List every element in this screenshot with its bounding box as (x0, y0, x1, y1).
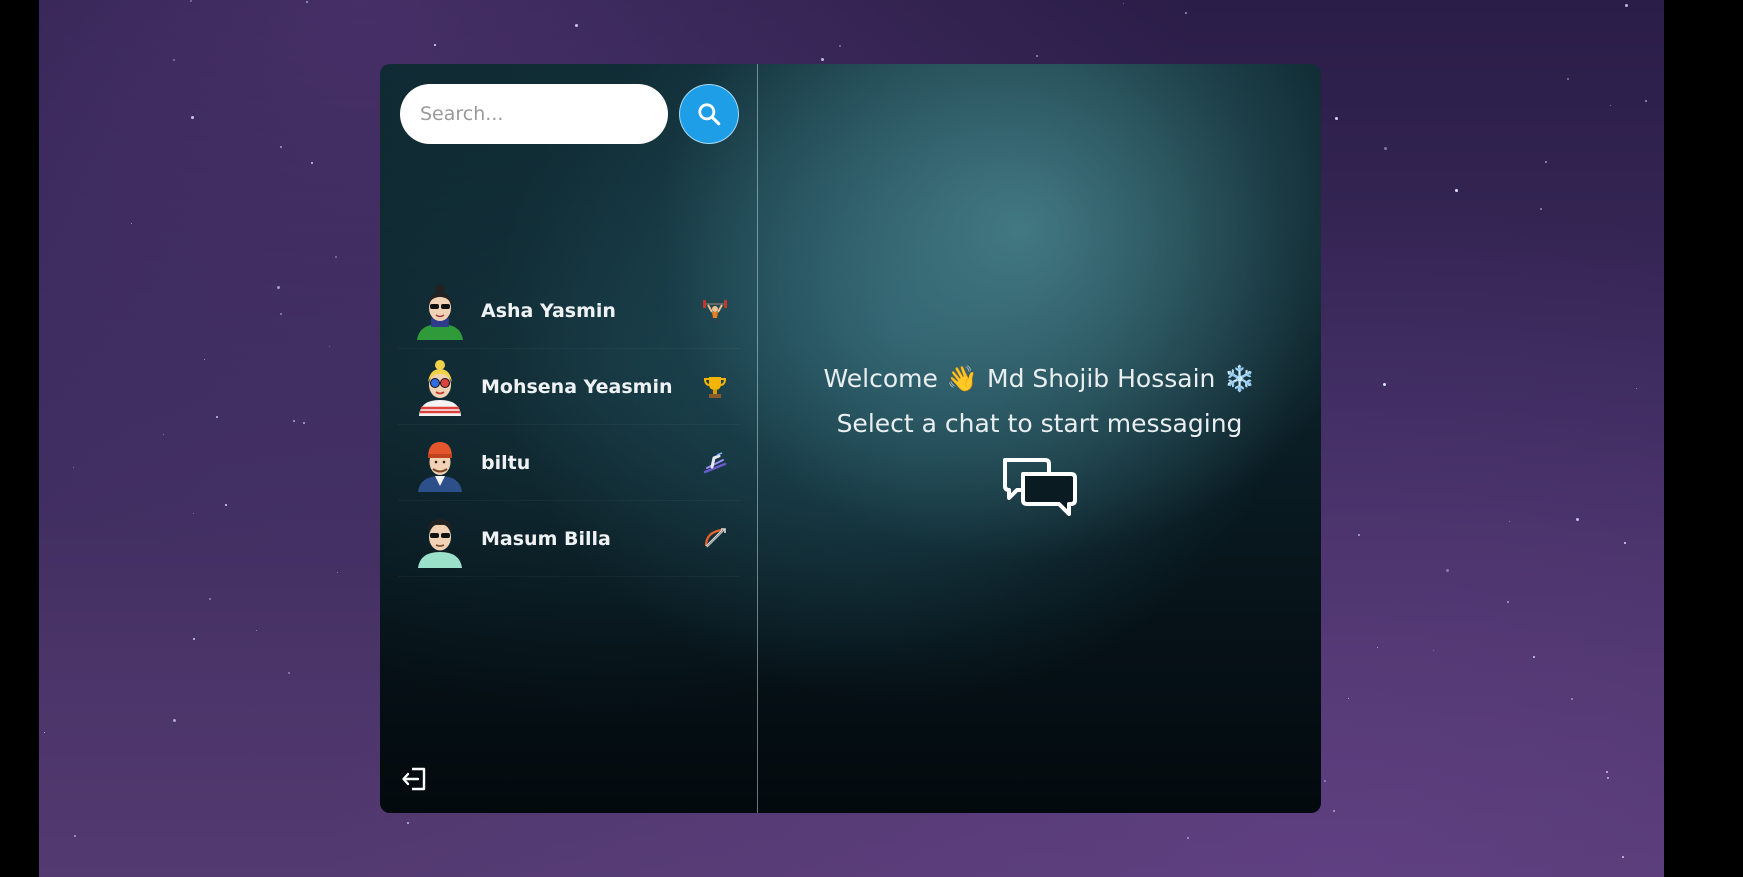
star (130, 223, 132, 225)
star (73, 834, 76, 837)
star (204, 358, 206, 360)
star (1324, 779, 1326, 782)
avatar (418, 441, 462, 492)
trophy-emoji-icon (700, 372, 730, 402)
star (1635, 387, 1637, 389)
star (191, 116, 195, 120)
star (1566, 77, 1569, 80)
star (208, 597, 211, 600)
star (1605, 770, 1608, 773)
star (256, 629, 258, 631)
contact-item[interactable]: Masum Billa (398, 501, 740, 577)
star (1377, 646, 1379, 648)
snowflake-emoji-icon: ❄️ (1224, 364, 1256, 393)
star (292, 420, 295, 423)
contact-list: Asha Yasmin Mohsena Yeasmin biltu Masum … (398, 273, 740, 577)
weightlifter-emoji-icon (700, 296, 730, 326)
star (407, 822, 410, 825)
logout-icon (402, 767, 426, 791)
star (305, 0, 308, 3)
star (1625, 4, 1628, 8)
star (1334, 116, 1338, 120)
star (433, 44, 436, 47)
star (1432, 650, 1434, 652)
star (1624, 541, 1627, 544)
star (821, 57, 825, 61)
star (225, 503, 228, 506)
star (1332, 809, 1335, 812)
contact-name: Asha Yasmin (481, 299, 616, 322)
star (1607, 777, 1610, 780)
contact-item[interactable]: Mohsena Yeasmin (398, 349, 740, 425)
bow-and-arrow-emoji-icon (700, 524, 730, 554)
star (1509, 521, 1511, 523)
welcome-subtitle: Select a chat to start messaging (836, 409, 1243, 438)
logout-button[interactable] (400, 764, 430, 794)
star (1123, 2, 1125, 4)
star (215, 415, 218, 418)
star (1184, 11, 1187, 14)
sidebar: Asha Yasmin (380, 64, 758, 813)
star (1576, 518, 1580, 522)
star (1571, 698, 1574, 701)
avatar (417, 283, 463, 340)
star (334, 256, 337, 259)
search-input[interactable] (400, 84, 668, 144)
chat-bubbles-icon (1002, 458, 1077, 516)
star (1454, 188, 1458, 192)
star (336, 572, 338, 574)
welcome-prefix: Welcome (823, 364, 938, 393)
star (1533, 655, 1536, 658)
star (287, 672, 290, 675)
contact-name: Masum Billa (481, 527, 611, 550)
star (1539, 207, 1542, 210)
avatar (418, 518, 462, 568)
star (279, 145, 282, 148)
star (73, 467, 75, 469)
ski-emoji-icon (700, 448, 730, 478)
star (277, 286, 281, 290)
star (1621, 855, 1624, 858)
wave-emoji-icon: 👋 (946, 364, 978, 393)
star (1036, 54, 1039, 57)
chat-app-window: Asha Yasmin (380, 64, 1321, 813)
star (1348, 697, 1350, 699)
contact-name: Mohsena Yeasmin (481, 375, 673, 398)
star (173, 59, 176, 62)
star (310, 161, 313, 164)
star (1610, 105, 1612, 107)
contact-item[interactable]: Asha Yasmin (398, 273, 740, 349)
star (1644, 99, 1647, 102)
star (163, 433, 165, 435)
search-bar (400, 84, 739, 144)
star (279, 313, 282, 316)
contact-item[interactable]: biltu (398, 425, 740, 501)
search-button[interactable] (679, 84, 739, 144)
welcome-user-name: Md Shojib Hossain (987, 364, 1216, 393)
star (839, 45, 842, 48)
search-icon (698, 103, 721, 126)
star (173, 718, 177, 722)
welcome-line: Welcome 👋 Md Shojib Hossain ❄️ (758, 356, 1321, 401)
welcome-message: Welcome 👋 Md Shojib Hossain ❄️ Select a … (758, 356, 1321, 518)
star (574, 23, 578, 27)
star (1544, 160, 1547, 163)
star (1382, 383, 1386, 387)
avatar (419, 359, 461, 416)
star (1446, 569, 1450, 573)
page: Asha Yasmin (0, 0, 1743, 877)
star (192, 512, 194, 514)
star (1506, 601, 1509, 604)
star (1358, 534, 1361, 537)
chat-area: Welcome 👋 Md Shojib Hossain ❄️ Select a … (758, 64, 1321, 813)
star (189, 0, 192, 3)
star (329, 346, 331, 348)
star (43, 732, 45, 734)
contact-name: biltu (481, 451, 531, 474)
star (1187, 836, 1190, 839)
star (1384, 146, 1388, 150)
star (303, 421, 306, 424)
star (193, 637, 196, 640)
